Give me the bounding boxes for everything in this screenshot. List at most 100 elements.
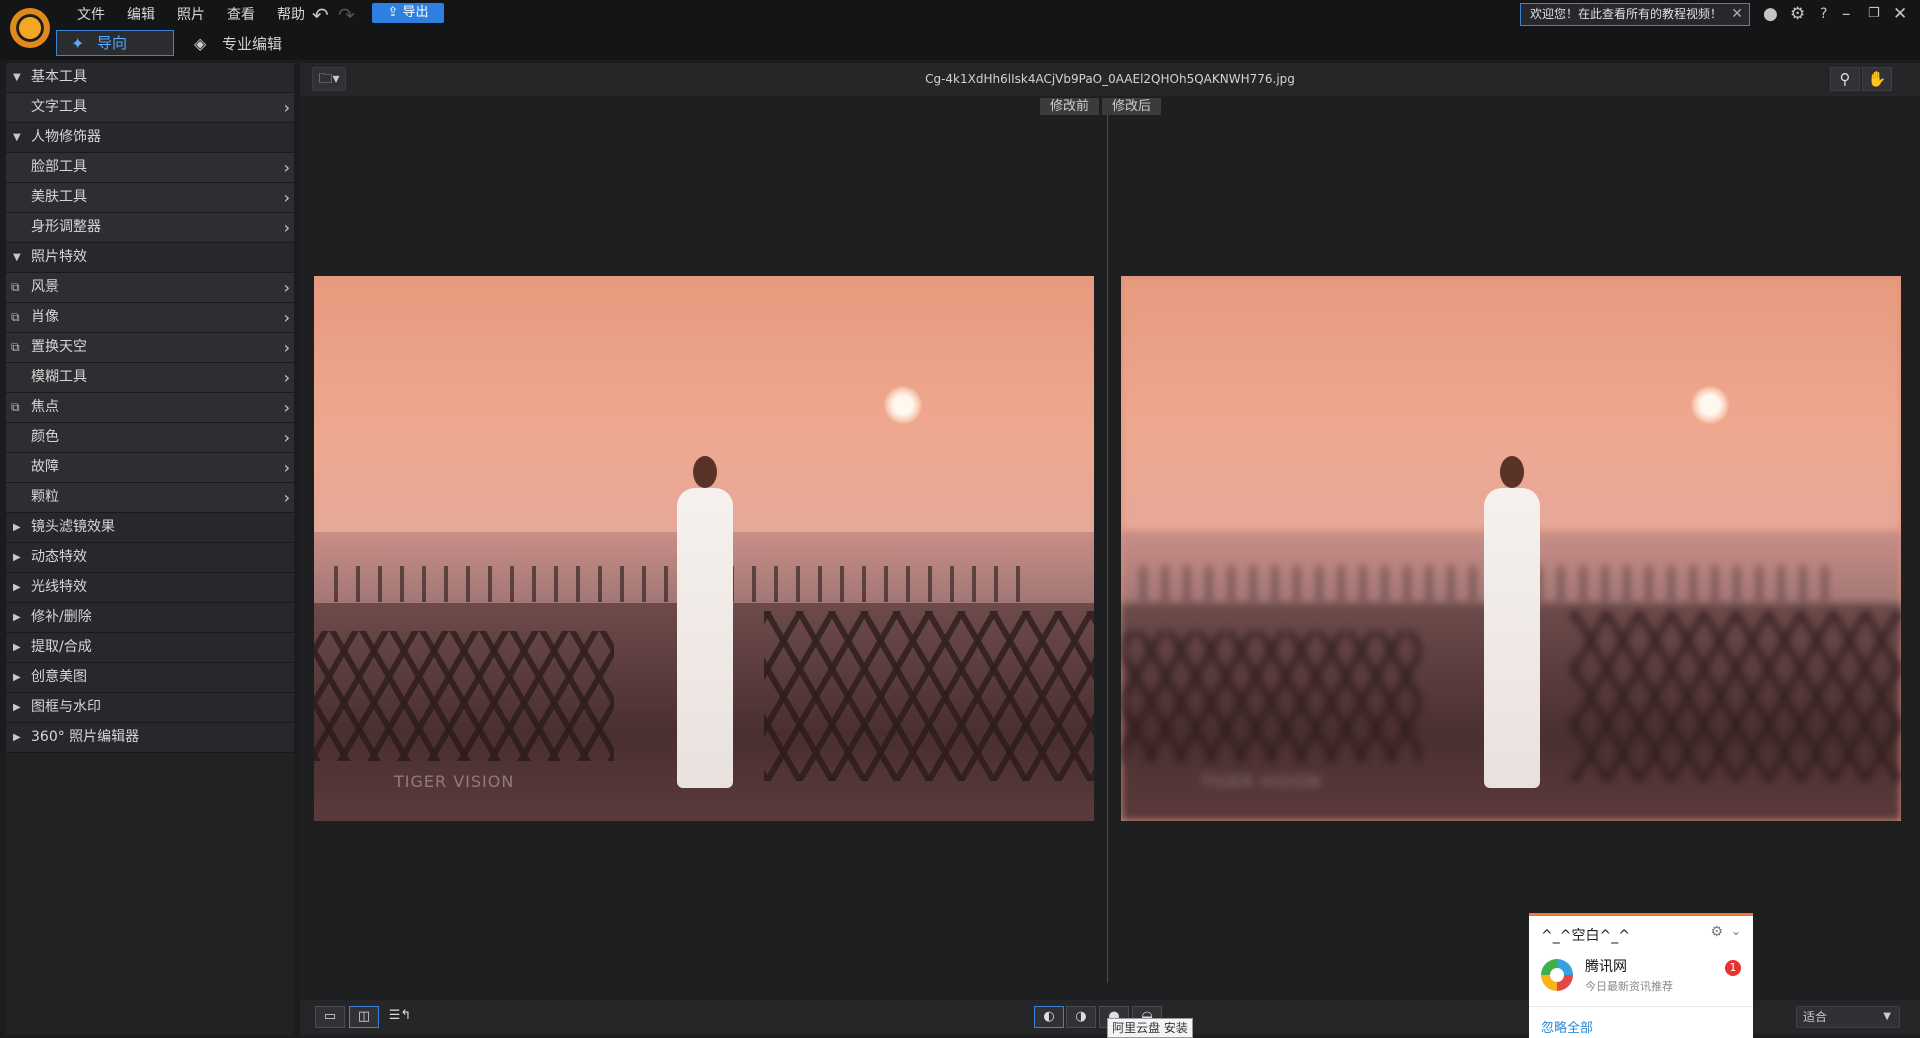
compare-divider[interactable] [1107,115,1108,983]
expand-down-icon: ▼ [13,132,21,143]
subject-head [693,456,717,488]
close-icon[interactable]: ✕ [1731,4,1743,25]
category-effects[interactable]: ▼ 照片特效 [6,243,294,273]
close-window-icon[interactable]: ✕ [1893,4,1907,24]
tool-portrait[interactable]: ⧉ 肖像 › [6,303,294,333]
help-icon[interactable]: ? [1820,4,1827,24]
chevron-right-icon: › [283,158,290,177]
tool-body[interactable]: 身形调整器 › [6,213,294,243]
after-label[interactable]: 修改后 [1102,98,1162,115]
subject-head [1500,456,1524,488]
tool-label: 模糊工具 [31,369,87,385]
category-lens[interactable]: ▶ 镜头滤镜效果 [6,513,294,543]
tool-scenery[interactable]: ⧉ 风景 › [6,273,294,303]
file-name: Cg-4k1XdHh6lIsk4ACjVb9PaO_0AAEl2QHOh5QAK… [925,72,1295,86]
unread-badge: 1 [1725,960,1741,976]
fit-select[interactable]: 适合 ▼ [1796,1006,1900,1028]
expand-right-icon: ▶ [13,552,21,563]
photo-railing-left [1121,631,1421,761]
expand-right-icon: ▶ [13,582,21,593]
tool-label: 故障 [31,459,59,475]
minimize-icon[interactable]: – [1842,4,1851,24]
chevron-right-icon: › [283,428,290,447]
tab-pro-edit[interactable]: ◈ 专业编辑 [192,32,282,58]
before-label[interactable]: 修改前 [1040,98,1100,115]
category-motion[interactable]: ▶ 动态特效 [6,543,294,573]
expand-right-icon: ▶ [13,642,21,653]
app-logo [10,8,50,48]
menu-edit[interactable]: 编辑 [116,5,166,25]
chevron-down-icon: ▼ [1883,1011,1891,1022]
tab-guide-label: 导向 [97,34,128,52]
welcome-banner[interactable]: 欢迎您！在此查看所有的教程视频！ ✕ [1520,3,1750,26]
chevron-down-icon[interactable]: ⌄ [1731,924,1741,938]
expand-right-icon: ▶ [13,612,21,623]
chevron-right-icon: › [283,278,290,297]
menu-view[interactable]: 查看 [216,5,266,25]
notification-title: ^_^空白^_^ [1541,928,1630,944]
photo-sun [884,386,922,424]
photo-subject [669,456,739,811]
split-view-icon[interactable]: ◫ [349,1006,379,1028]
category-frames[interactable]: ▶ 图框与水印 [6,693,294,723]
category-creative[interactable]: ▶ 创意美图 [6,663,294,693]
account-icon[interactable]: ● [1763,4,1778,24]
category-light[interactable]: ▶ 光线特效 [6,573,294,603]
expand-right-icon: ▶ [13,522,21,533]
tab-guide[interactable]: ✦ 导向 [56,30,174,56]
tool-skin[interactable]: 美肤工具 › [6,183,294,213]
category-label: 人物修饰器 [31,129,101,145]
viewer-header: Cg-4k1XdHh6lIsk4ACjVb9PaO_0AAEl2QHOh5QAK… [300,63,1920,96]
category-label: 基本工具 [31,69,87,85]
photo-watermark: TIGER VISION [394,772,515,791]
zoom-icon[interactable]: ⚲ [1830,67,1860,91]
notification-subtitle: 今日最新资讯推荐 [1585,980,1673,993]
gear-icon[interactable]: ⚙ [1710,924,1723,940]
tool-face[interactable]: 脸部工具 › [6,153,294,183]
tool-glitch[interactable]: 故障 › [6,453,294,483]
ignore-all-link[interactable]: 忽略全部 [1541,1017,1593,1036]
contrast-icon[interactable]: ◑ [1066,1006,1096,1028]
redo-icon[interactable]: ↷ [338,3,355,27]
photo-railing-right [764,611,1094,781]
notification-source[interactable]: 腾讯网 [1585,956,1627,976]
folder-icon[interactable]: 🗀▾ [312,67,346,91]
expand-down-icon: ▼ [13,72,21,83]
undo-icon[interactable]: ↶ [312,3,329,27]
news-notification: ^_^空白^_^ ⚙ ⌄ 腾讯网 今日最新资讯推荐 1 忽略全部 [1529,913,1753,1038]
menu-help[interactable]: 帮助 [266,5,316,25]
category-panorama[interactable]: ▶ 360° 照片编辑器 [6,723,294,753]
tool-grain[interactable]: 颗粒 › [6,483,294,513]
tool-text[interactable]: 文字工具 › [6,93,294,123]
tool-focus[interactable]: ⧉ 焦点 › [6,393,294,423]
tool-label: 焦点 [31,399,59,415]
menu-file[interactable]: 文件 [66,5,116,25]
fit-value: 适合 [1803,1010,1828,1024]
before-after-toggle-icon[interactable]: ◐ [1034,1006,1064,1028]
before-photo: TIGER VISION [314,276,1094,821]
tool-label: 脸部工具 [31,159,87,175]
category-label: 镜头滤镜效果 [31,519,115,535]
tool-label: 颜色 [31,429,59,445]
gear-icon[interactable]: ⚙ [1790,4,1805,24]
hand-icon[interactable]: ✋ [1862,67,1892,91]
menu-photo[interactable]: 照片 [166,5,216,25]
category-repair[interactable]: ▶ 修补/删除 [6,603,294,633]
category-people[interactable]: ▼ 人物修饰器 [6,123,294,153]
single-view-icon[interactable]: ▭ [315,1006,345,1028]
before-after-tabs: 修改前 修改后 [1040,98,1162,115]
category-extract[interactable]: ▶ 提取/合成 [6,633,294,663]
category-label: 创意美图 [31,669,87,685]
export-button[interactable]: ⇪ 导出 [372,3,444,23]
tool-label: 颗粒 [31,489,59,505]
compare-mode-icon[interactable]: ☰↰ [385,1006,415,1028]
photo-sun [1691,386,1729,424]
category-basic[interactable]: ▼ 基本工具 [6,63,294,93]
ai-icon: ⧉ [11,310,20,324]
tool-color[interactable]: 颜色 › [6,423,294,453]
tool-blur[interactable]: 模糊工具 › [6,363,294,393]
layers-icon: ◈ [194,34,207,53]
restore-icon[interactable]: ❐ [1868,4,1880,24]
tool-sky[interactable]: ⧉ 置换天空 › [6,333,294,363]
tool-label: 肖像 [31,309,59,325]
